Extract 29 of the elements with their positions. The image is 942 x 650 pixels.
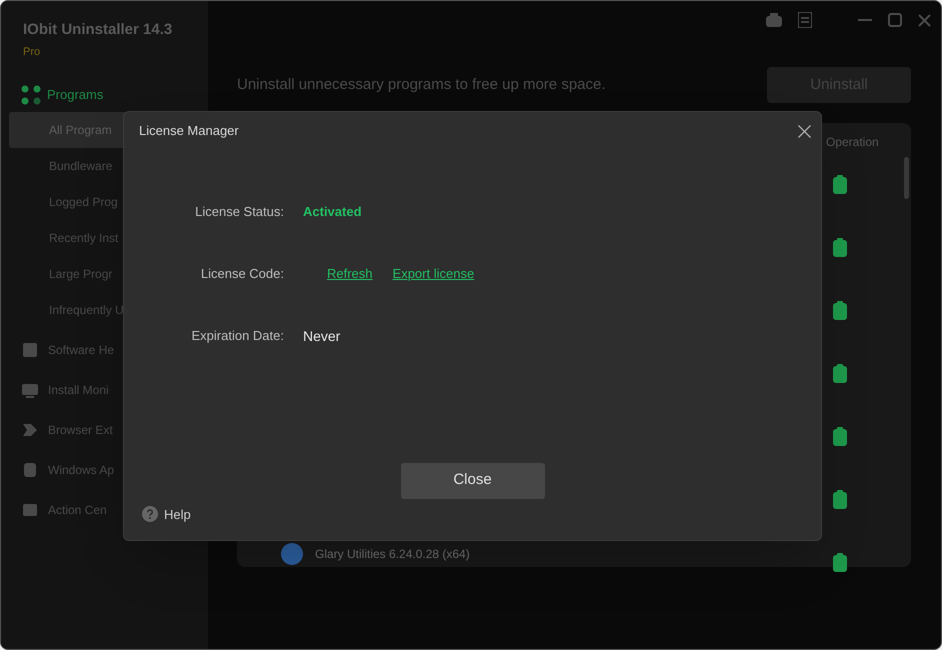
monitor-icon <box>21 381 39 399</box>
close-button[interactable]: Close <box>400 462 544 498</box>
trash-icon[interactable] <box>833 301 847 320</box>
trash-icon[interactable] <box>833 490 847 509</box>
link[interactable]: Refresh <box>327 264 373 284</box>
field-label: License Status: <box>194 203 284 222</box>
help-link[interactable]: Help <box>164 504 191 524</box>
nav-section[interactable]: Programs <box>47 85 104 105</box>
trash-icon[interactable] <box>833 553 847 572</box>
box-icon <box>21 501 39 519</box>
trash-icon[interactable] <box>833 238 847 257</box>
close-icon[interactable] <box>798 124 811 138</box>
column-header: Operation <box>826 134 879 151</box>
scrollbar[interactable] <box>904 157 909 199</box>
status-value: Activated <box>303 203 362 222</box>
hint-text: Uninstall unnecessary programs to free up more space. <box>237 74 606 95</box>
field-value: Never <box>303 326 340 346</box>
trash-icon[interactable] <box>833 364 847 383</box>
trash-icon[interactable] <box>833 175 847 194</box>
app-icon <box>281 543 303 565</box>
trash-icon[interactable] <box>833 427 847 446</box>
field-label: License Code: <box>200 265 284 284</box>
grid-icon <box>21 85 41 105</box>
help-icon[interactable] <box>142 506 158 522</box>
link[interactable]: Export license <box>392 264 474 284</box>
field-label: Expiration Date: <box>190 327 284 346</box>
edition-label: Pro <box>23 44 42 60</box>
app-title: IObit Uninstaller 14.3 <box>23 20 174 40</box>
program-name: Glary Utilities 6.24.0.28 (x64) <box>315 546 470 563</box>
